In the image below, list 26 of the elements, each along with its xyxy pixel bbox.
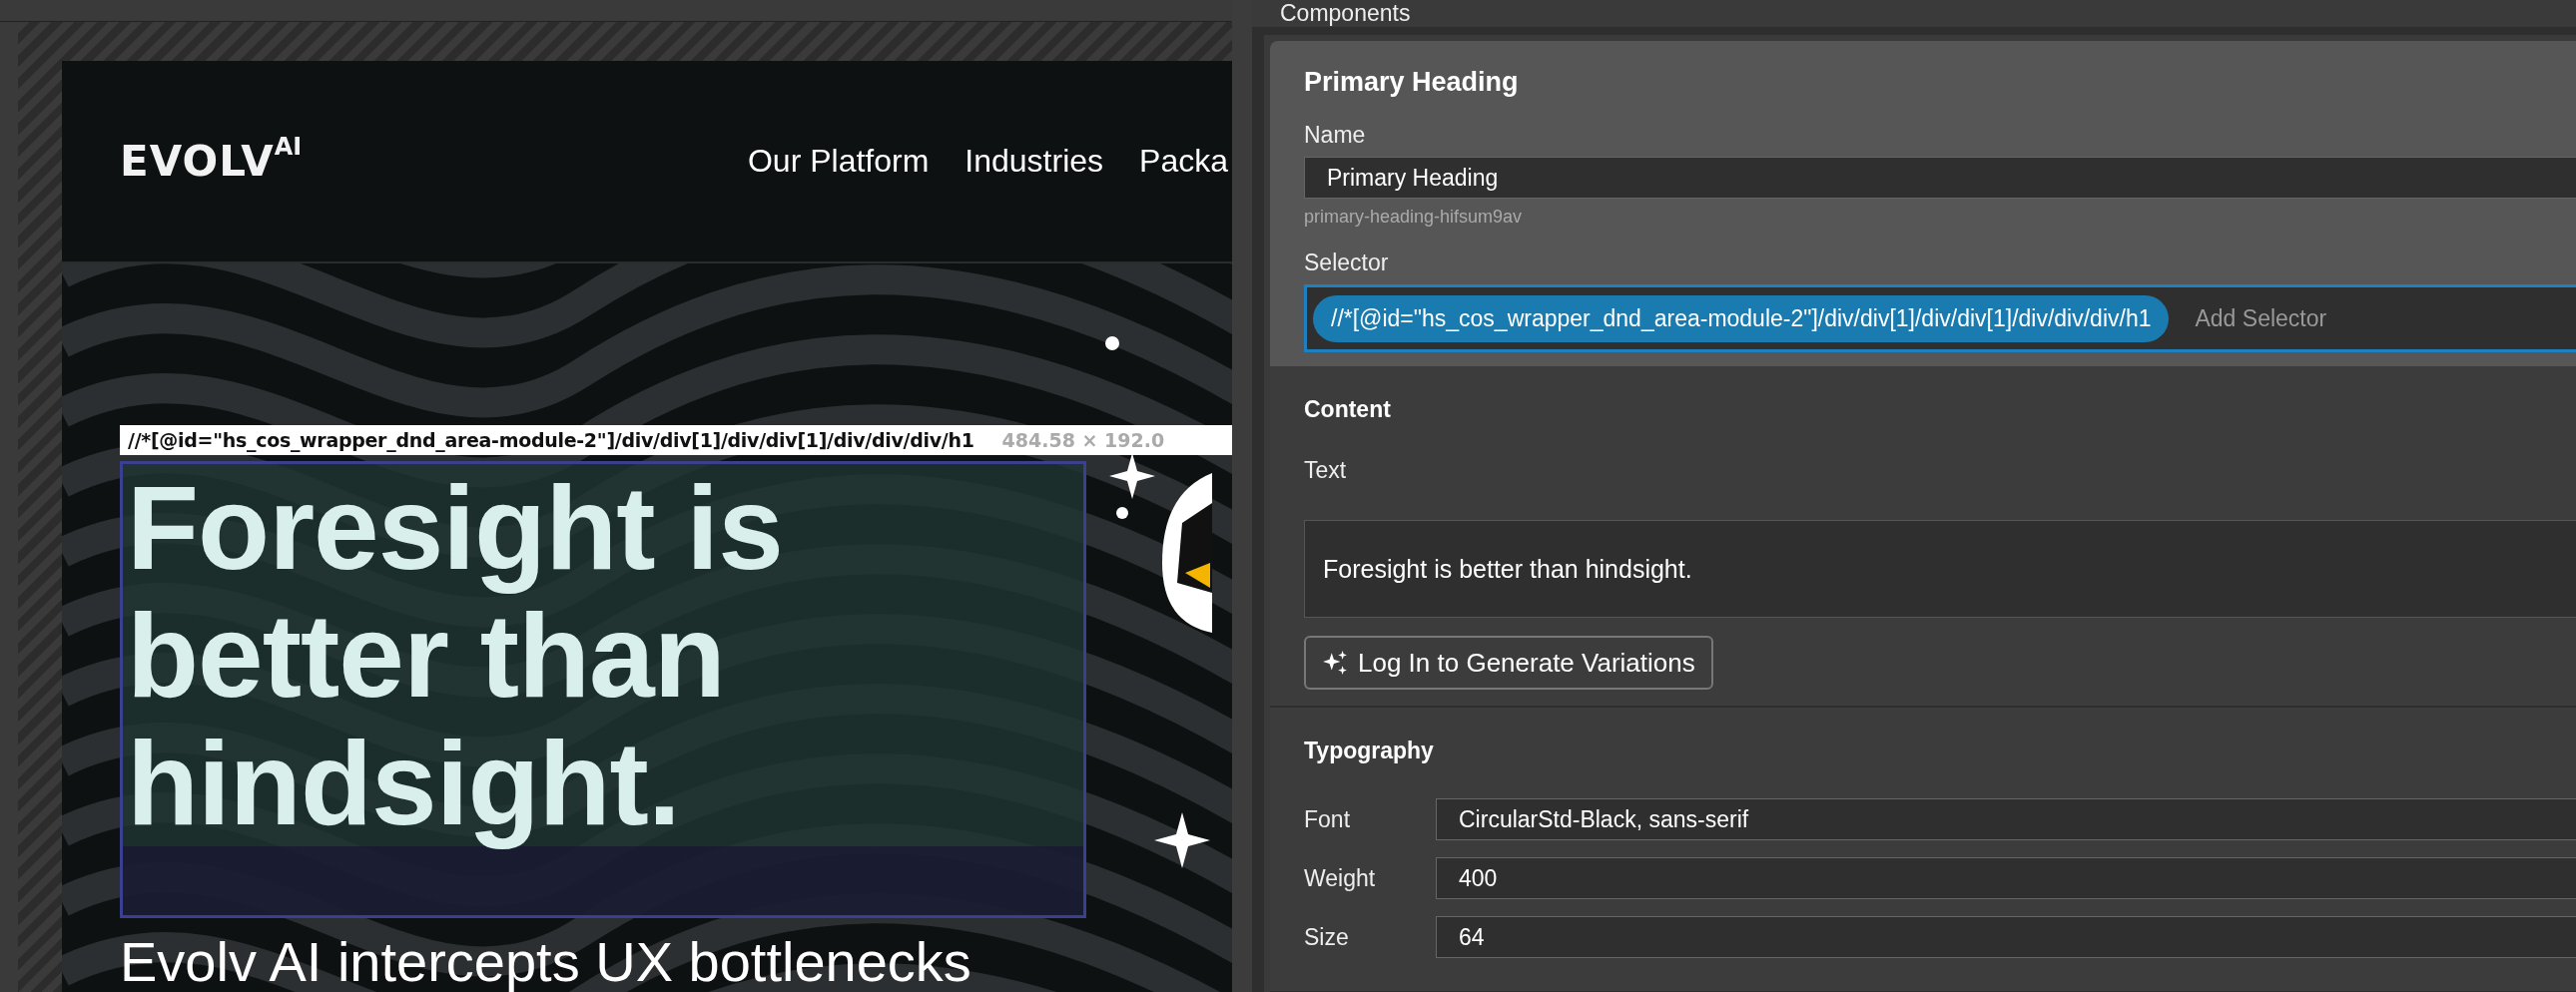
name-input-field[interactable]: Primary Heading <box>1304 157 2576 199</box>
selector-input-field[interactable]: //*[@id="hs_cos_wrapper_dnd_area-module-2"]/div/div[1]/div/div[1]/div/div/div/h1 Add Selector <box>1304 284 2576 352</box>
sparkle-icon <box>1322 650 1348 676</box>
component-title: Primary Heading <box>1304 67 1520 98</box>
typography-input-field[interactable]: CircularStd-Black, sans-serif <box>1436 798 2576 840</box>
field-label: Selector <box>1304 249 1390 276</box>
section-title: Content <box>1304 395 1392 424</box>
text-input-field[interactable]: Foresight is better than hindsight. <box>1304 520 2576 618</box>
component-slug: primary-heading-hifsum9av <box>1304 207 1524 228</box>
panel-title: Components <box>1279 0 1412 27</box>
element-path-label: //*[@id="hs_cos_wrapper_dnd_area-module-2"]/div/div[1]/div/div[1]/div/div/div/h1 484.58 × 192.0 <box>120 425 1232 455</box>
nav-link[interactable]: Packa <box>1139 143 1228 180</box>
section-title: Typography <box>1304 737 1435 765</box>
nav-link[interactable]: Our Platform <box>747 143 930 180</box>
selected-heading[interactable]: Foresight is better than hindsight. <box>120 460 1086 918</box>
typography-input-field[interactable]: 400 <box>1436 857 2576 899</box>
field-label: Text <box>1304 457 1348 484</box>
generate-variations-button[interactable]: Log In to Generate Variations <box>1304 636 1713 690</box>
field-label: Font <box>1304 805 1352 833</box>
selector-chip[interactable]: //*[@id="hs_cos_wrapper_dnd_area-module-2"]/div/div[1]/div/div[1]/div/div/div/h1 <box>1313 294 2170 342</box>
field-label: Name <box>1304 122 1367 149</box>
field-label: Size <box>1304 923 1350 951</box>
nav-link[interactable]: Industries <box>965 143 1104 180</box>
add-selector-placeholder: Add Selector <box>2195 304 2327 332</box>
field-label: Weight <box>1304 864 1377 892</box>
typography-input-field[interactable]: 64 <box>1436 916 2576 958</box>
